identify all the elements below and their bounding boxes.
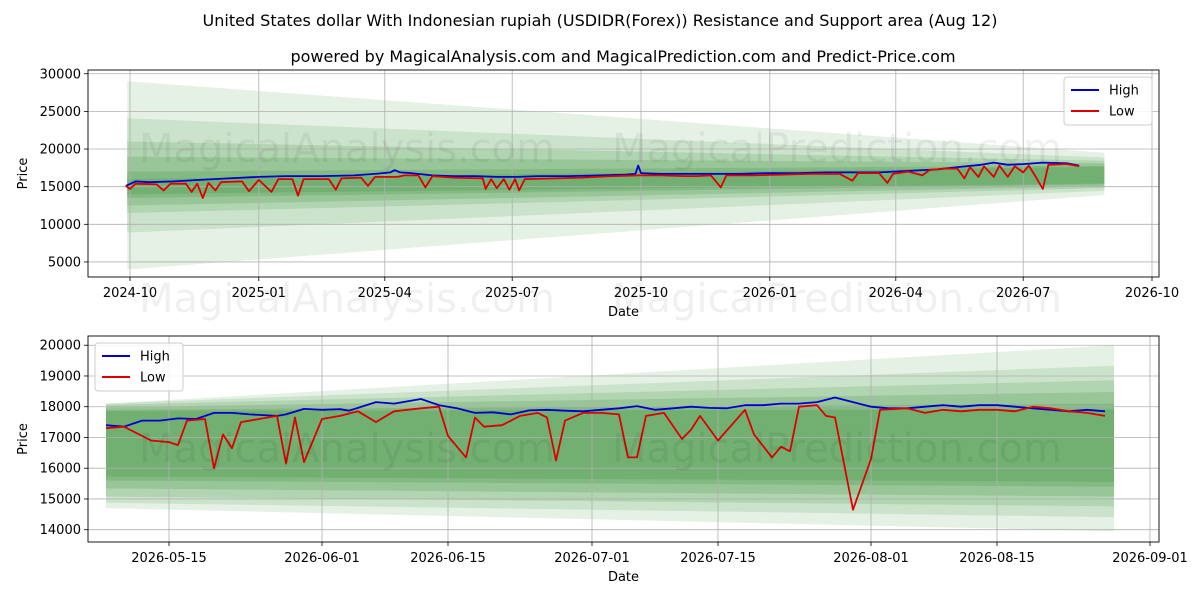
x-tick-label: 2026-08-01 [833,551,909,566]
x-tick-label: 2026-10 [1125,286,1179,301]
chart-subtitle: powered by MagicalAnalysis.com and Magic… [290,47,955,66]
legend-label-low: Low [140,371,166,386]
watermark-top-right: MagicalPrediction.com [612,126,1062,172]
y-tick-label: 20000 [40,143,81,158]
watermark-bottom-right: MagicalPrediction.com [612,426,1062,472]
chart-figure: United States dollar With Indonesian rup… [16,11,1188,585]
x-tick-label: 2026-08-15 [959,551,1035,566]
legend: High Low [94,342,184,392]
y-tick-label: 15000 [40,492,81,507]
y-tick-label: 30000 [40,67,81,82]
watermark-mid-left: MagicalAnalysis.com [139,276,555,322]
watermark-bottom-left: MagicalAnalysis.com [139,426,555,472]
x-axis-label: Date [608,570,639,585]
y-tick-label: 17000 [40,431,81,446]
x-tick-label: 2026-06-15 [410,551,486,566]
y-tick-label: 16000 [40,462,81,477]
x-tick-label: 2026-05-15 [131,551,207,566]
x-tick-label: 2026-09-01 [1112,551,1188,566]
watermark-top-left: MagicalAnalysis.com [139,126,555,172]
y-tick-label: 10000 [40,218,81,233]
watermark-mid-right: MagicalPrediction.com [612,276,1062,322]
y-axis-label: Price [16,423,31,455]
y-tick-label: 25000 [40,105,81,120]
x-tick-label: 2026-07-01 [554,551,630,566]
y-axis-label: Price [16,158,31,190]
x-tick-label: 2026-07-15 [680,551,756,566]
x-tick-label: 2026-06-01 [284,551,360,566]
y-tick-label: 5000 [48,255,81,270]
y-tick-label: 18000 [40,400,81,415]
y-tick-label: 14000 [40,523,81,538]
y-tick-label: 15000 [40,180,81,195]
y-tick-label: 19000 [40,369,81,384]
chart-title: United States dollar With Indonesian rup… [203,11,998,30]
legend: High Low [1063,76,1153,126]
legend-label-high: High [1109,84,1139,99]
legend-label-high: High [140,350,170,365]
y-tick-label: 20000 [40,339,81,354]
legend-label-low: Low [1109,105,1135,120]
